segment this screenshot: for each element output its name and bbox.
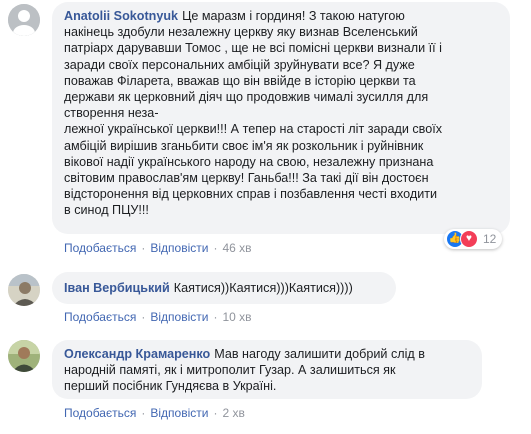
comment-text-line: відсторонення від церковних справ і позб… (64, 187, 438, 202)
comment-time[interactable]: 46 хв (222, 241, 251, 255)
comment-text-line: накінець здобули незалежну церкву яку ви… (64, 25, 418, 40)
separator-dot: · (141, 310, 146, 324)
comment-text-line: держави як церковний діяч що продовжив ч… (64, 90, 429, 105)
comment-author[interactable]: Олександр Крамаренко (64, 347, 210, 361)
like-link[interactable]: Подобається (64, 241, 136, 255)
comment-time[interactable]: 10 хв (222, 310, 251, 324)
comment-text-line: патріарх дарувавши Томос , ще не всі пом… (64, 41, 442, 56)
comment-text-line: вікової надії українського народу на сво… (64, 154, 434, 169)
reactions-summary[interactable]: 👍 ♥ 12 (444, 229, 503, 249)
love-icon: ♥ (460, 230, 478, 248)
separator-dot: · (213, 241, 218, 255)
reply-link[interactable]: Відповісти (150, 241, 208, 255)
comment-text-line: перший посібник Гундяєва в Україні. (64, 379, 277, 394)
comment-text-line: амбіцій вирішив зганьбити своє ім'я як р… (64, 138, 424, 153)
comment-actions: Подобається · Відповісти · 2 хв (64, 406, 245, 420)
comment-text-line: світовим православ'ям церкву! Ганьба!!! … (64, 171, 429, 186)
comment-text-line: Це маразм і гординя! З такою натугою (182, 9, 405, 23)
comment-actions: Подобається · Відповісти · 10 хв (64, 310, 252, 324)
reaction-count: 12 (483, 232, 497, 246)
comment-text-line: лежної української церкви!!! А тепер на … (64, 122, 443, 137)
comment-text: Каятися))Каятися)))Каятися)))) (173, 281, 353, 295)
reply-link[interactable]: Відповісти (150, 406, 208, 420)
separator-dot: · (141, 406, 146, 420)
reply-link[interactable]: Відповісти (150, 310, 208, 324)
default-avatar-icon (8, 4, 40, 36)
comment-bubble: Олександр Крамаренко Мав нагоду залишити … (52, 340, 482, 399)
comment-text-line: в синод ПЦУ!!! (64, 203, 149, 218)
comment-author[interactable]: Anatolii Sokotnyuk (64, 9, 178, 23)
profile-photo-icon (8, 274, 40, 306)
comment-bubble: Anatolii Sokotnyuk Це маразм і гординя! З… (52, 2, 510, 234)
profile-photo-icon (8, 340, 40, 372)
like-link[interactable]: Подобається (64, 406, 136, 420)
separator-dot: · (213, 406, 218, 420)
comment-actions: Подобається · Відповісти · 46 хв (64, 241, 252, 255)
comment-text-line: народній памяті, як і митрополит Гузар. … (64, 363, 396, 378)
avatar[interactable] (8, 340, 40, 372)
comment-text-line: створення неза- (64, 106, 159, 121)
like-link[interactable]: Подобається (64, 310, 136, 324)
avatar[interactable] (8, 274, 40, 306)
avatar[interactable] (8, 4, 40, 36)
separator-dot: · (141, 241, 146, 255)
comment-bubble: Іван Вербицький Каятися))Каятися)))Каятис… (52, 272, 396, 304)
comment-text-line: Мав нагоду залишити добрий слід в (214, 347, 425, 361)
comment-time[interactable]: 2 хв (222, 406, 244, 420)
comment-text-line: заради своїх персональних амбіцій зруйну… (64, 57, 415, 72)
separator-dot: · (213, 310, 218, 324)
comment-author[interactable]: Іван Вербицький (64, 281, 170, 295)
comment-text-line: поважав Філарета, вважав що він ввійде в… (64, 73, 416, 88)
